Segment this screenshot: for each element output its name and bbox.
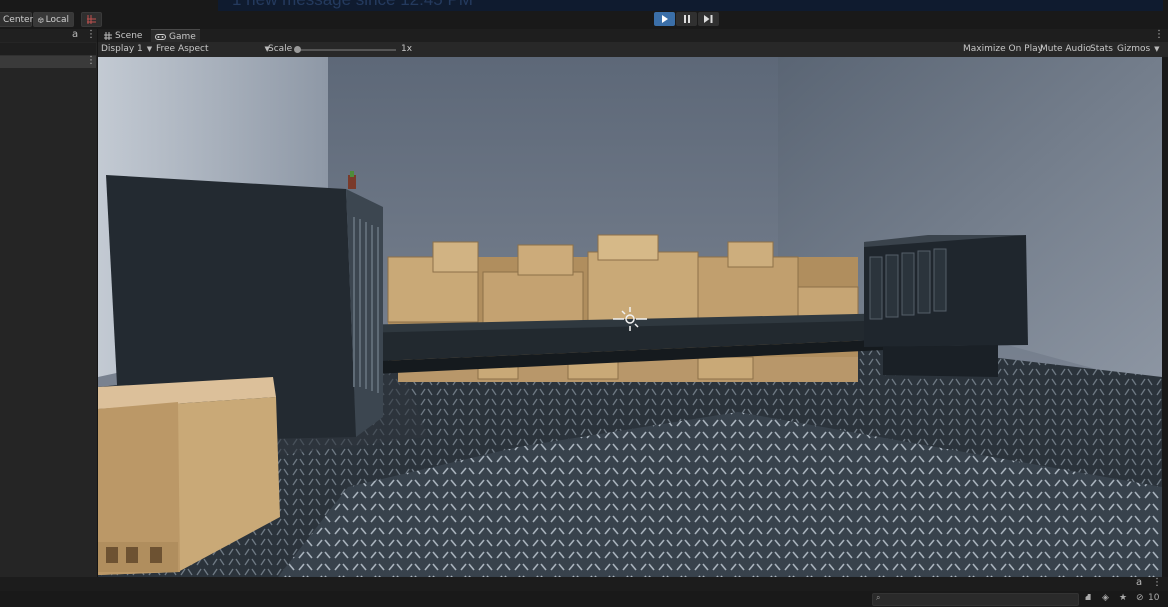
stats-toggle[interactable]: Stats (1090, 44, 1113, 54)
hierarchy-scene-row[interactable]: ⋮ (0, 55, 96, 68)
panel-kebab-menu-icon[interactable]: ⋮ (1154, 29, 1164, 40)
play-button[interactable] (654, 12, 675, 26)
scale-value: 1x (401, 44, 413, 54)
layer-count: 10 (1148, 593, 1160, 603)
lock-icon[interactable]: a (72, 29, 78, 40)
scale-slider-handle[interactable] (294, 46, 301, 53)
kebab-menu-icon[interactable]: ⋮ (86, 29, 96, 40)
step-button[interactable] (698, 12, 719, 26)
star-icon[interactable]: ★ (1119, 593, 1127, 603)
notification-banner[interactable]: 1 new message since 12:45 PM (218, 0, 1163, 11)
scene-grid-icon (104, 31, 112, 40)
step-icon (704, 15, 713, 23)
lock-icon[interactable]: a (1136, 577, 1142, 588)
main-toolbar: 1 new message since 12:45 PM Center Loca… (0, 0, 1168, 29)
aspect-label: Free Aspect (156, 44, 209, 54)
pivot-center-label: Center (3, 14, 34, 25)
tab-scene-label: Scene (115, 30, 143, 41)
kebab-menu-icon[interactable]: ⋮ (1152, 577, 1162, 588)
console-search-input[interactable]: ⌕ (872, 593, 1079, 606)
view-tab-bar: Scene Game ⋮ (98, 29, 1168, 43)
scene-visibility-icon[interactable]: ⛘ (1085, 593, 1091, 604)
chevron-down-icon: ▼ (1154, 45, 1160, 53)
hierarchy-search-input[interactable] (0, 43, 96, 56)
local-cube-icon (38, 16, 44, 23)
scale-label: Scale (268, 44, 293, 54)
maximize-on-play-toggle[interactable]: Maximize On Play (963, 44, 1043, 54)
status-bar: ⌕ ⛘ ◈ ★ ⊘ 10 (0, 591, 1168, 607)
display-label: Display 1 (101, 44, 143, 54)
tag-icon[interactable]: ◈ (1102, 593, 1109, 603)
eye-slash-icon[interactable]: ⊘ (1136, 593, 1144, 603)
scale-slider-track[interactable] (296, 49, 396, 51)
display-dropdown[interactable]: Display 1 ▼ (101, 44, 152, 54)
gamepad-icon (155, 33, 166, 40)
play-icon (661, 15, 668, 23)
pivot-local-button[interactable]: Local (33, 12, 74, 27)
mute-audio-toggle[interactable]: Mute Audio (1040, 44, 1091, 54)
gizmos-label: Gizmos (1117, 44, 1151, 54)
bottom-panel-header: a ⋮ (0, 577, 1168, 591)
notification-text: 1 new message since 12:45 PM (232, 0, 473, 10)
pause-icon (683, 15, 690, 23)
pivot-center-button[interactable]: Center (0, 12, 34, 27)
game-render (98, 57, 1162, 577)
pause-button[interactable] (676, 12, 697, 26)
tab-game-label: Game (169, 31, 196, 42)
tab-scene[interactable]: Scene (100, 29, 146, 42)
aspect-dropdown[interactable]: Free Aspect ▼ (156, 44, 270, 54)
pivot-local-label: Local (45, 14, 69, 25)
chevron-down-icon: ▼ (146, 45, 153, 53)
snap-grid-button[interactable] (81, 12, 102, 27)
scene-row-menu-icon[interactable]: ⋮ (86, 55, 96, 66)
game-view-controls: Display 1 ▼ Free Aspect ▼ Scale 1x Maximiz… (98, 42, 1168, 58)
snap-grid-icon (87, 15, 96, 24)
tab-game[interactable]: Game (151, 29, 200, 43)
game-viewport[interactable] (98, 57, 1162, 577)
hierarchy-panel: a ⋮ ⋮ (0, 29, 98, 577)
gizmos-dropdown[interactable]: Gizmos ▼ (1117, 44, 1160, 54)
hierarchy-header: a ⋮ (0, 29, 97, 42)
search-icon: ⌕ (876, 593, 881, 602)
